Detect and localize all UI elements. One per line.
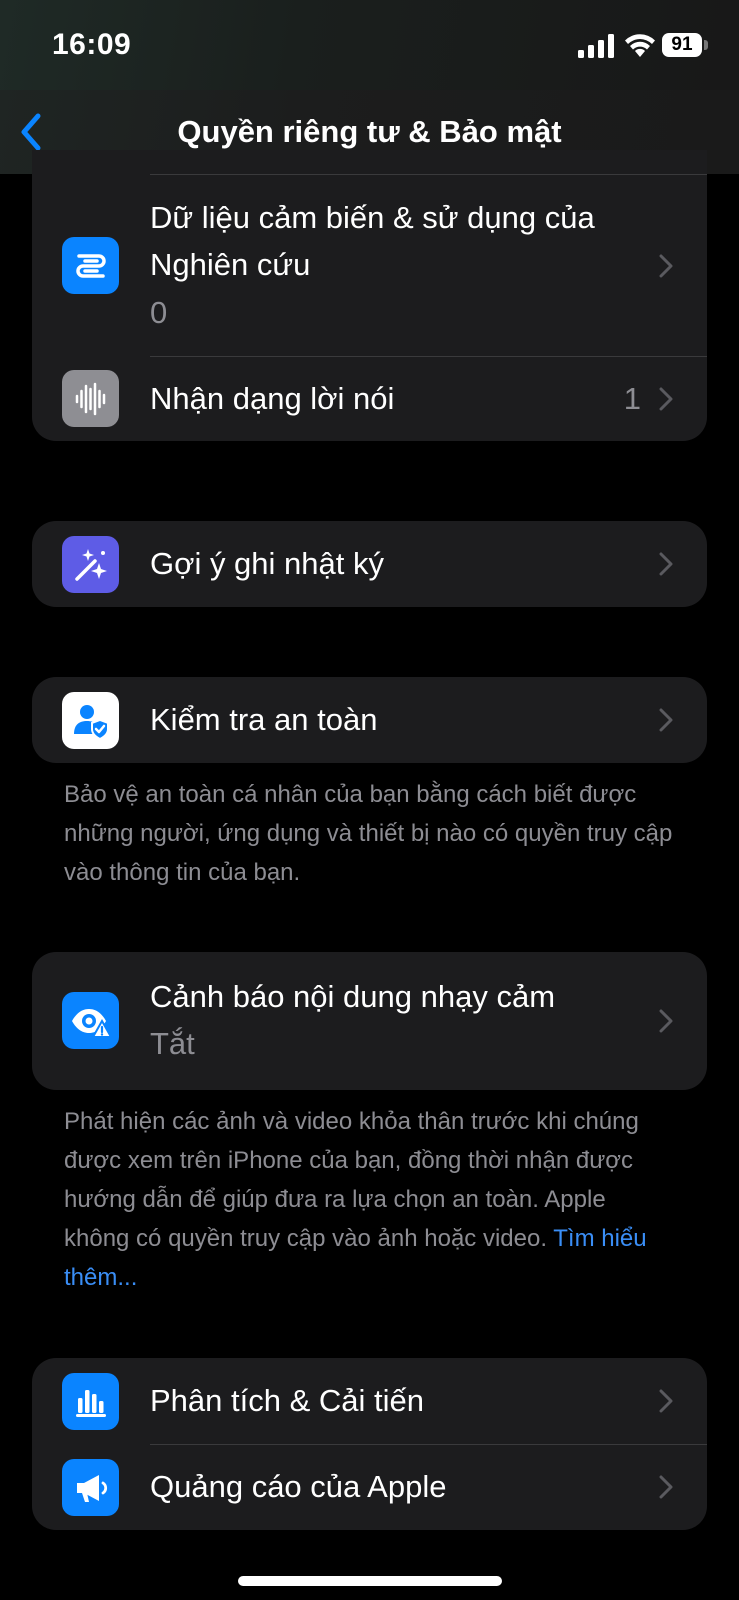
battery-cap xyxy=(704,40,708,50)
research-title-line2: Nghiên cứu xyxy=(150,247,311,282)
wifi-icon xyxy=(625,34,655,57)
battery-indicator: 91 xyxy=(662,33,702,57)
research-sensor-icon xyxy=(62,237,119,294)
megaphone-icon xyxy=(62,1459,119,1516)
analytics-title: Phân tích & Cải tiến xyxy=(150,1383,424,1418)
waveform-icon xyxy=(62,370,119,427)
row-safety-check[interactable]: Kiểm tra an toàn xyxy=(32,677,707,763)
person-shield-icon xyxy=(62,692,119,749)
safety-title: Kiểm tra an toàn xyxy=(150,702,378,737)
status-bar: 16:09 91 xyxy=(0,0,739,90)
safety-footnote: Bảo vệ an toàn cá nhân của bạn bằng cách… xyxy=(64,781,673,886)
chevron-right-icon xyxy=(659,1475,673,1499)
sparkles-wand-icon xyxy=(62,536,119,593)
row-apple-advertising[interactable]: Quảng cáo của Apple xyxy=(32,1444,707,1530)
speech-count: 1 xyxy=(623,381,641,416)
sensitive-status: Tắt xyxy=(150,1026,195,1061)
status-time: 16:09 xyxy=(52,28,132,61)
ads-title: Quảng cáo của Apple xyxy=(150,1469,447,1504)
cellular-signal-icon xyxy=(578,34,614,58)
research-title-line1: Dữ liệu cảm biến & sử dụng của xyxy=(150,200,595,235)
row-journal-suggestions[interactable]: Gợi ý ghi nhật ký xyxy=(32,521,707,607)
chevron-right-icon xyxy=(659,387,673,411)
sensitive-title: Cảnh báo nội dung nhạy cảm xyxy=(150,979,556,1014)
chevron-right-icon xyxy=(659,1009,673,1033)
chevron-right-icon xyxy=(659,708,673,732)
eye-warning-icon xyxy=(62,992,119,1049)
settings-group-research: Dữ liệu cảm biến & sử dụng của Nghiên cứ… xyxy=(32,150,707,441)
journal-title: Gợi ý ghi nhật ký xyxy=(150,546,384,581)
row-analytics-improvements[interactable]: Phân tích & Cải tiến xyxy=(32,1358,707,1444)
home-indicator[interactable] xyxy=(238,1576,502,1586)
sensitive-footnote: Phát hiện các ảnh và video khỏa thân trư… xyxy=(64,1102,674,1297)
page-title: Quyền riêng tư & Bảo mật xyxy=(177,114,562,149)
speech-title: Nhận dạng lời nói xyxy=(150,381,395,416)
research-subtitle: 0 xyxy=(150,295,168,330)
chevron-right-icon xyxy=(659,254,673,278)
row-speech-recognition[interactable]: Nhận dạng lời nói 1 xyxy=(32,356,707,441)
settings-group-analytics: Phân tích & Cải tiến Quảng cáo của Apple xyxy=(32,1358,707,1530)
row-research-sensor-data[interactable]: Dữ liệu cảm biến & sử dụng của Nghiên cứ… xyxy=(32,174,707,356)
bar-chart-icon xyxy=(62,1373,119,1430)
chevron-right-icon xyxy=(659,552,673,576)
chevron-right-icon xyxy=(659,1389,673,1413)
row-sensitive-content-warning[interactable]: Cảnh báo nội dung nhạy cảm Tắt xyxy=(32,952,707,1090)
